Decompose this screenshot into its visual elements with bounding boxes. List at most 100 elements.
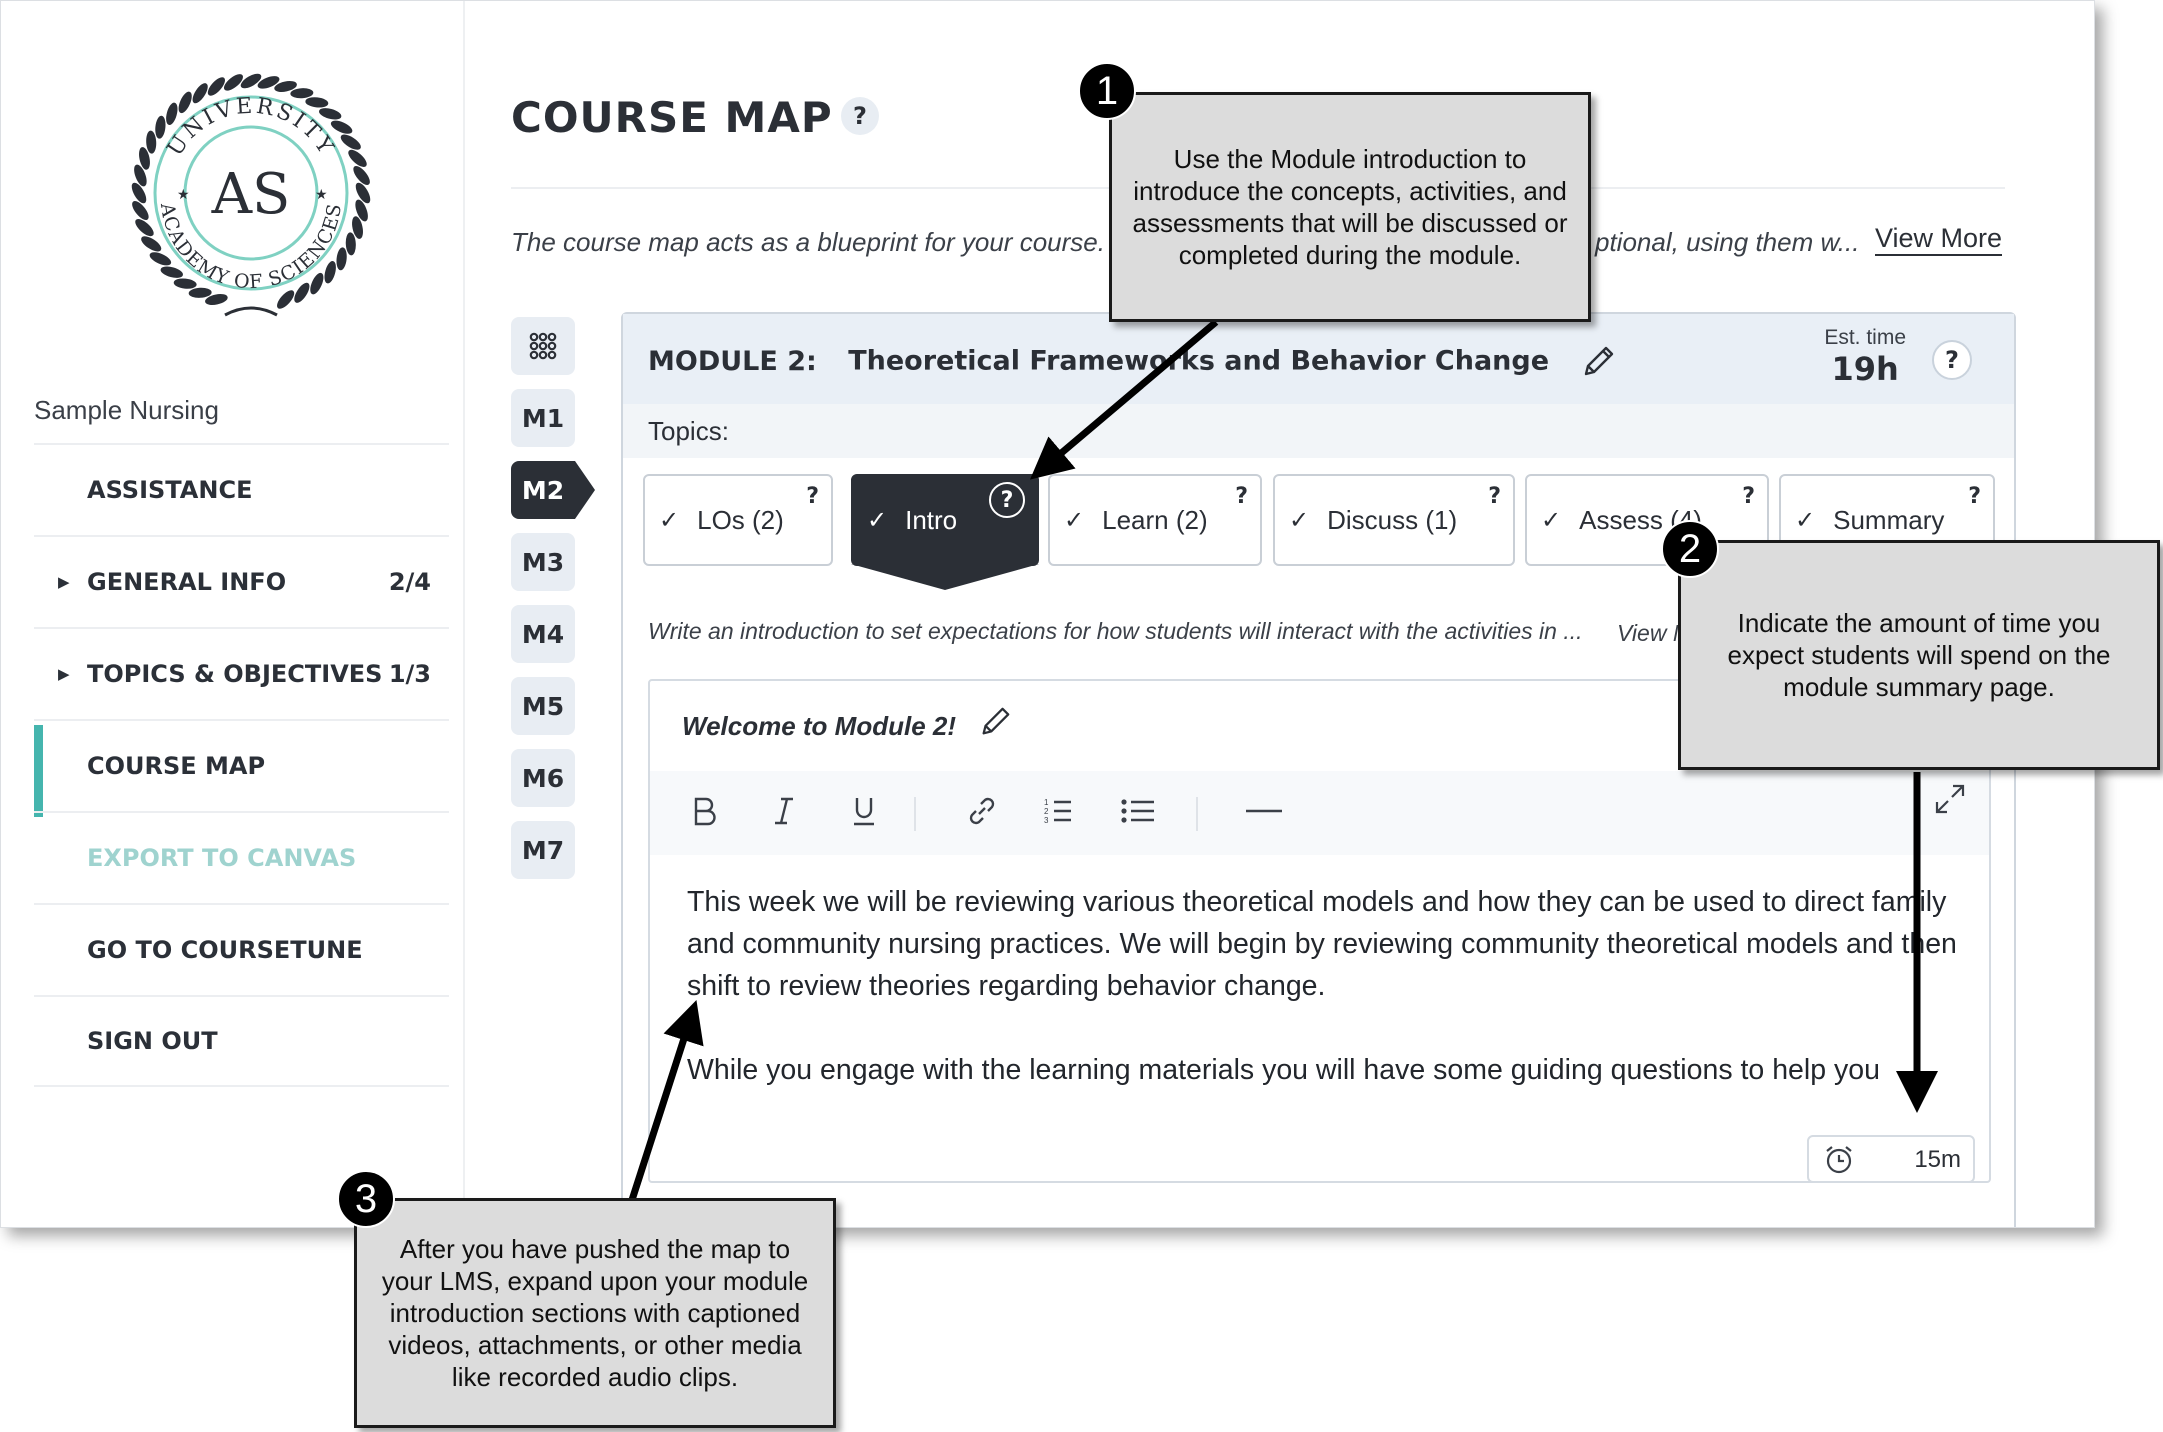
sidebar-item-general-info[interactable]: ▶ GENERAL INFO 2/4 [34,535,449,627]
page-title: COURSE MAP [511,93,833,142]
laurel-leaf [173,278,197,289]
est-time-label: Est. time [1824,326,1906,349]
svg-text:3: 3 [1044,816,1049,825]
laurel-leaf [141,236,162,252]
edit-pencil-icon[interactable] [1580,344,1616,380]
laurel-leaf [324,261,336,284]
bulleted-list-icon[interactable] [1114,787,1162,835]
callout-1: Use the Module introduction to introduce… [1109,92,1591,322]
help-icon[interactable]: ? [1235,484,1248,509]
check-icon: ✓ [1064,506,1085,534]
topic-description: Write an introduction to set expectation… [648,618,1583,644]
sidebar-nav: ASSISTANCE ▶ GENERAL INFO 2/4 ▶ TOPICS &… [34,443,449,1087]
sidebar: UNIVERSITY ACADEMY OF SCIENCES AS ★ ★ Sa… [1,1,465,1227]
callout-badge-2: 2 [1661,520,1719,578]
module-button-m6[interactable]: M6 [511,749,575,807]
laurel-leaf [146,130,157,154]
module-button-m3[interactable]: M3 [511,533,575,591]
caret-right-icon: ▶ [58,573,70,591]
callout-badge-3: 3 [337,1170,395,1228]
laurel-leaf [135,219,154,237]
est-time-value[interactable]: 19h [1824,350,1906,388]
progress-count: 1/3 [388,660,431,688]
module-button-m1[interactable]: M1 [511,389,575,447]
logo-initials: AS [211,162,291,227]
grid-icon[interactable] [511,317,575,375]
progress-count: 2/4 [388,568,431,596]
module-header: MODULE 2: Theoretical Frameworks and Beh… [623,314,2014,404]
sidebar-item-label: COURSE MAP [87,752,266,780]
sidebar-item-sign-out[interactable]: SIGN OUT [34,995,449,1087]
expand-icon[interactable] [1926,775,1974,823]
horizontal-rule-icon[interactable] [1240,787,1288,835]
laurel-leaf [345,232,356,256]
laurel-leaf [336,247,347,271]
editor-paragraph: This week we will be reviewing various t… [687,886,1957,1002]
help-icon[interactable]: ? [989,482,1025,518]
tab-intro[interactable]: ✓ Intro ? [851,474,1039,590]
tab-label: Discuss (1) [1327,504,1458,535]
laurel-leaf [160,266,183,278]
course-map-description-tail: ptional, using them w... [1595,227,1860,257]
link-icon[interactable] [958,787,1006,835]
toolbar-separator [1196,797,1198,831]
editor-content[interactable]: This week we will be reviewing various t… [687,881,1957,1121]
help-icon[interactable]: ? [806,484,819,509]
tab-label: Learn (2) [1102,504,1208,535]
laurel-leaf [207,77,225,96]
laurel-leaf [149,252,172,266]
tab-los[interactable]: ✓ LOs (2) ? [643,474,833,566]
module-button-m2[interactable]: M2 [511,461,595,519]
check-icon: ✓ [659,506,680,534]
svg-text:1: 1 [1044,798,1049,807]
svg-text:2: 2 [1044,807,1049,816]
tab-discuss[interactable]: ✓ Discuss (1) ? [1273,474,1515,566]
callout-text: Use the Module introduction to introduce… [1132,144,1568,270]
course-name: Sample Nursing [34,395,219,425]
laurel-leaf [319,108,342,120]
sidebar-item-label: ASSISTANCE [87,476,253,504]
sidebar-item-course-map[interactable]: COURSE MAP [34,719,449,817]
time-estimate-field[interactable]: 15m [1807,1135,1975,1183]
topics-bar: Topics: [623,404,2014,458]
view-more-link[interactable]: View More [1875,223,2003,256]
module-button-m7[interactable]: M7 [511,821,575,879]
module-title: Theoretical Frameworks and Behavior Chan… [848,345,1550,377]
laurel-leaf [294,282,310,303]
topics-label: Topics: [648,416,729,446]
laurel-leaf [132,201,149,221]
help-icon[interactable]: ? [1488,484,1501,509]
bold-icon[interactable] [680,787,728,835]
tab-learn[interactable]: ✓ Learn (2) ? [1048,474,1262,566]
sidebar-item-topics-objectives[interactable]: ▶ TOPICS & OBJECTIVES 1/3 [34,627,449,719]
help-icon[interactable]: ? [1742,484,1755,509]
numbered-list-icon[interactable]: 123 [1034,787,1082,835]
edit-pencil-icon[interactable] [978,705,1012,739]
sidebar-item-export-to-canvas[interactable]: EXPORT TO CANVAS [34,811,449,903]
sidebar-item-assistance[interactable]: ASSISTANCE [34,443,449,535]
italic-icon[interactable] [760,787,808,835]
help-icon[interactable]: ? [841,97,879,135]
sidebar-item-go-to-coursetune[interactable]: GO TO COURSETUNE [34,903,449,995]
sidebar-item-label: TOPICS & OBJECTIVES [87,660,383,688]
sidebar-item-label: EXPORT TO CANVAS [87,844,357,872]
laurel-leaf [348,149,367,167]
laurel-leaf [277,290,295,309]
module-button-m5[interactable]: M5 [511,677,575,735]
help-icon[interactable]: ? [1932,340,1972,380]
help-icon[interactable]: ? [1968,484,1981,509]
laurel-leaf [310,272,324,295]
laurel-leaf [223,74,243,91]
editor-toolbar: 123 [650,771,1989,855]
module-number: MODULE 2: [648,345,817,377]
check-icon: ✓ [1795,506,1816,534]
underline-icon[interactable] [840,787,888,835]
callout-3: After you have pushed the map to your LM… [354,1198,836,1428]
tab-label: Intro [905,504,958,535]
tab-label: LOs (2) [697,504,784,535]
laurel-leaf [192,83,208,104]
module-button-m4[interactable]: M4 [511,605,575,663]
laurel-leaf [353,165,370,185]
sidebar-item-label: GO TO COURSETUNE [87,936,363,964]
alarm-clock-icon [1826,1146,1852,1174]
